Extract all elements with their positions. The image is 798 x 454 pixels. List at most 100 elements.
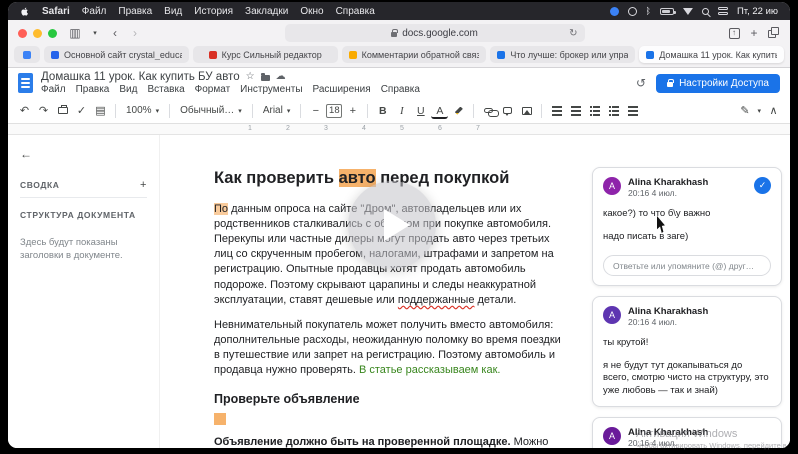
activation-watermark: Активация Windows Чтобы активировать Win… bbox=[636, 428, 786, 450]
docs-menu-file[interactable]: Файл bbox=[41, 84, 66, 95]
zoom-window-button[interactable] bbox=[48, 28, 57, 38]
check-icon: ✓ bbox=[758, 180, 767, 190]
bulleted-list-icon[interactable] bbox=[586, 102, 603, 120]
docs-menu-view[interactable]: Вид bbox=[119, 84, 137, 95]
numbered-list-icon[interactable] bbox=[605, 102, 622, 120]
control-center-icon[interactable] bbox=[717, 7, 728, 15]
font-size-decrease-button[interactable]: − bbox=[307, 102, 324, 120]
add-comment-icon[interactable] bbox=[499, 102, 516, 120]
paint-format-icon[interactable]: ▤ bbox=[92, 102, 109, 120]
comment-card[interactable]: A Alina Kharakhash 20:16 4 июл. ты круто… bbox=[592, 296, 782, 408]
menu-window[interactable]: Окно bbox=[300, 6, 323, 17]
share-button-label: Настройки Доступа bbox=[679, 77, 769, 89]
menu-edit[interactable]: Правка bbox=[118, 6, 152, 17]
tab-label: Домашка 11 урок. Как купить Б bbox=[659, 49, 777, 60]
align-left-icon[interactable] bbox=[548, 102, 565, 120]
menu-bookmarks[interactable]: Закладки bbox=[245, 6, 288, 17]
back-icon[interactable]: ‹ bbox=[109, 27, 121, 39]
menu-view[interactable]: Вид bbox=[164, 6, 182, 17]
play-button[interactable] bbox=[348, 181, 436, 269]
editing-mode-icon[interactable]: ✎ bbox=[736, 102, 753, 120]
tab-overview-icon[interactable] bbox=[768, 27, 780, 39]
zoom-select[interactable]: 100% ▾ bbox=[122, 105, 163, 116]
resolve-comment-button[interactable]: ✓ bbox=[754, 177, 771, 194]
move-folder-icon[interactable] bbox=[260, 73, 270, 81]
share-button[interactable]: Настройки Доступа bbox=[656, 73, 780, 93]
document-page[interactable]: Как проверить авто перед покупкой По дан… bbox=[160, 135, 584, 448]
paragraph-style-select[interactable]: Обычный… ▾ bbox=[176, 105, 246, 116]
tab-favicon bbox=[51, 50, 59, 59]
menu-app-name[interactable]: Safari bbox=[42, 6, 70, 17]
add-summary-icon[interactable]: + bbox=[140, 179, 147, 191]
docs-menu-insert[interactable]: Вставка bbox=[147, 84, 184, 95]
apple-logo-icon[interactable] bbox=[20, 6, 30, 17]
new-tab-icon[interactable]: + bbox=[748, 27, 760, 39]
comment-time: 20:16 4 июл. bbox=[628, 188, 677, 198]
share-icon[interactable]: ↑ bbox=[728, 27, 740, 39]
comment-card[interactable]: A Alina Kharakhash 20:16 4 июл. ✓ какое?… bbox=[592, 167, 782, 287]
document-title[interactable]: Домашка 11 урок. Как купить БУ авто bbox=[41, 71, 240, 83]
line-spacing-icon[interactable] bbox=[567, 102, 584, 120]
browser-tab[interactable]: Что лучше: брокер или управляю… bbox=[490, 46, 636, 63]
undo-icon[interactable]: ↶ bbox=[16, 102, 33, 120]
minimize-window-button[interactable] bbox=[33, 28, 42, 38]
insert-link-icon[interactable] bbox=[480, 102, 500, 120]
docs-menu-help[interactable]: Справка bbox=[381, 84, 420, 95]
paragraph-style-value: Обычный… bbox=[180, 105, 235, 116]
reload-icon[interactable]: ↻ bbox=[569, 28, 577, 39]
collapse-toolbar-icon[interactable]: ∧ bbox=[765, 102, 782, 120]
italic-button[interactable]: I bbox=[393, 102, 410, 120]
forward-icon[interactable]: › bbox=[129, 27, 141, 39]
reply-input[interactable]: Ответьте или упомяните (@) друг… bbox=[603, 255, 771, 277]
menu-clock[interactable]: Пт, 22 ию bbox=[737, 6, 778, 17]
sidebar-icon[interactable]: ▥ bbox=[69, 27, 81, 39]
font-size-increase-button[interactable]: + bbox=[344, 102, 361, 120]
tab-label: Курс Сильный редактор bbox=[221, 49, 322, 60]
close-outline-icon[interactable]: ← bbox=[20, 147, 32, 161]
underline-button[interactable]: U bbox=[412, 102, 429, 120]
chevron-down-icon[interactable]: ▾ bbox=[89, 30, 101, 37]
docs-menu-edit[interactable]: Правка bbox=[76, 84, 110, 95]
screen-recording-icon[interactable] bbox=[627, 6, 637, 16]
docs-menu-extensions[interactable]: Расширения bbox=[313, 84, 371, 95]
menu-file[interactable]: Файл bbox=[82, 6, 107, 17]
spellcheck-icon[interactable]: ✓ bbox=[73, 102, 90, 120]
browser-tab[interactable]: Курс Сильный редактор bbox=[192, 46, 338, 63]
address-bar[interactable]: docs.google.com ↻ bbox=[284, 24, 585, 42]
browser-tab-pinned[interactable] bbox=[14, 46, 40, 63]
docs-menu-tools[interactable]: Инструменты bbox=[240, 84, 302, 95]
close-window-button[interactable] bbox=[18, 28, 27, 38]
docs-menu-bar: Файл Правка Вид Вставка Формат Инструмен… bbox=[41, 84, 420, 95]
menu-history[interactable]: История bbox=[194, 6, 233, 17]
bold-button[interactable]: B bbox=[374, 102, 391, 120]
insert-image-icon[interactable] bbox=[518, 102, 535, 120]
star-icon[interactable]: ☆ bbox=[246, 72, 255, 82]
indent-increase-icon[interactable] bbox=[624, 102, 641, 120]
wifi-icon[interactable] bbox=[682, 7, 693, 15]
avatar: A bbox=[603, 177, 621, 195]
text-color-button[interactable]: A bbox=[431, 105, 449, 119]
chevron-down-icon: ▾ bbox=[155, 107, 160, 115]
doc-paragraph-2: Невнимательный покупатель может получить… bbox=[214, 318, 561, 377]
bluetooth-icon[interactable]: ᛒ bbox=[646, 6, 651, 16]
font-size-value[interactable]: 18 bbox=[326, 103, 343, 118]
spotlight-icon[interactable] bbox=[701, 7, 709, 15]
doc-highlight-block bbox=[214, 412, 568, 425]
google-docs-logo[interactable] bbox=[18, 73, 33, 93]
redo-icon[interactable]: ↷ bbox=[35, 102, 52, 120]
outline-empty-hint: Здесь будут показаны заголовки в докумен… bbox=[20, 237, 123, 262]
battery-icon[interactable] bbox=[659, 7, 676, 15]
version-history-icon[interactable]: ↺ bbox=[636, 76, 646, 90]
print-icon[interactable] bbox=[54, 102, 71, 120]
browser-tab-active[interactable]: Домашка 11 урок. Как купить Б bbox=[639, 46, 784, 63]
status-app-icon[interactable] bbox=[609, 6, 619, 16]
menu-help[interactable]: Справка bbox=[336, 6, 375, 17]
browser-tab[interactable]: Комментарии обратной связи – G… bbox=[341, 46, 487, 63]
highlight-color-button[interactable] bbox=[450, 102, 467, 120]
comment-author: Alina Kharakhash bbox=[628, 306, 709, 318]
browser-tab[interactable]: Основной сайт crystal_education… bbox=[44, 46, 189, 63]
ruler[interactable]: 1234567 bbox=[8, 124, 790, 135]
font-select[interactable]: Arial ▾ bbox=[259, 105, 295, 116]
video-frame: Safari Файл Правка Вид История Закладки … bbox=[0, 0, 798, 454]
docs-menu-format[interactable]: Формат bbox=[195, 84, 231, 95]
